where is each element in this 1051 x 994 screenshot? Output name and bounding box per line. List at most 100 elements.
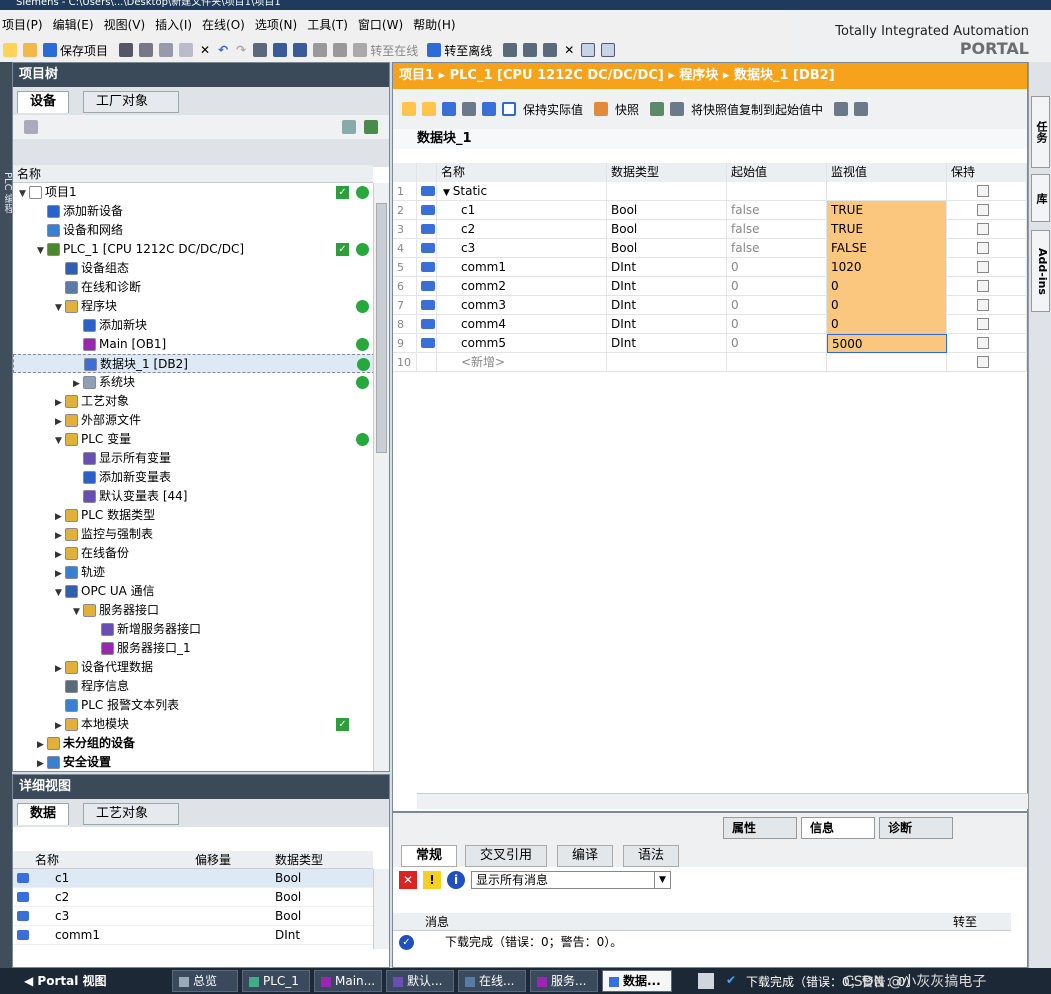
detail-row[interactable]: c2 Bool	[13, 888, 373, 907]
paste-icon[interactable]	[179, 43, 194, 57]
editor-hscrollbar[interactable]	[417, 793, 1029, 809]
db-row[interactable]: 7 comm3 DInt 0 0	[393, 296, 1027, 315]
menu-window[interactable]: 窗口(W)	[356, 16, 411, 33]
tree-item[interactable]: ▼ OPC UA 通信	[13, 582, 375, 601]
db-row[interactable]: 2 c1 Bool false TRUE	[393, 201, 1027, 220]
tree-add-icon[interactable]	[364, 120, 378, 134]
tree-item[interactable]: Main [OB1]	[13, 335, 375, 354]
tab-info[interactable]: 信息	[801, 817, 875, 839]
db-row[interactable]: 8 comm4 DInt 0 0	[393, 315, 1027, 334]
tree-item[interactable]: ▼ 项目1 ✓	[13, 183, 375, 202]
retain-checkbox[interactable]	[977, 356, 989, 368]
db-row[interactable]: 5 comm1 DInt 0 1020	[393, 258, 1027, 277]
stop-cpu-icon[interactable]	[543, 43, 558, 57]
tree-item[interactable]: 添加新块	[13, 316, 375, 335]
tree-scrollbar[interactable]	[373, 183, 389, 771]
tree-item[interactable]: ▶ 设备代理数据	[13, 658, 375, 677]
tree-item[interactable]: ▶ 系统块	[13, 373, 375, 392]
monitor-all-icon[interactable]	[502, 102, 516, 116]
simulation-icon[interactable]	[313, 43, 328, 57]
tab-technology-objects[interactable]: 工艺对象	[83, 803, 179, 825]
tab-plant-objects[interactable]: 工厂对象	[83, 91, 179, 113]
tree-item[interactable]: ▶ 外部源文件	[13, 411, 375, 430]
snapshot-icon[interactable]	[594, 102, 609, 116]
subtab-compile[interactable]: 编译	[557, 845, 614, 867]
tree-item[interactable]: 默认变量表 [44]	[13, 487, 375, 506]
detail-row[interactable]: c3 Bool	[13, 907, 373, 926]
retain-checkbox[interactable]	[977, 337, 989, 349]
detail-scrollbar[interactable]	[373, 869, 389, 949]
start-cpu-icon[interactable]	[523, 43, 538, 57]
taskbar-datablock[interactable]: 数据...	[602, 970, 672, 992]
message-row[interactable]: ✓ 下载完成（错误：0；警告：0）。	[393, 933, 1011, 952]
menu-help[interactable]: 帮助(H)	[411, 16, 463, 33]
delete-icon[interactable]: ✕	[200, 43, 210, 57]
retain-checkbox[interactable]	[977, 318, 989, 330]
left-vertical-strip[interactable]: PLC 编程	[0, 62, 13, 968]
taskbar-default-tags[interactable]: 默认...	[386, 970, 454, 992]
taskbar-main[interactable]: Main...	[314, 970, 382, 992]
taskbar-grid-icon[interactable]	[698, 973, 714, 989]
tab-data[interactable]: 数据	[17, 803, 70, 825]
tree-view-icon[interactable]	[24, 120, 38, 134]
portal-view-button[interactable]: ◀ Portal 视图	[24, 972, 107, 989]
copy-snapshot-to-start-button[interactable]: 将快照值复制到起始值中	[691, 101, 823, 118]
copy-snapshot-icon[interactable]	[650, 102, 665, 116]
open-project-icon[interactable]	[23, 43, 37, 57]
go-offline-icon[interactable]	[427, 43, 442, 57]
warning-filter-icon[interactable]: !	[423, 871, 441, 889]
detail-row[interactable]: comm1 DInt	[13, 926, 373, 945]
tree-item[interactable]: ▶ 安全设置	[13, 753, 375, 772]
stop-sim-icon[interactable]	[333, 43, 348, 57]
db-row[interactable]: 6 comm2 DInt 0 0	[393, 277, 1027, 296]
tree-item[interactable]: ▼ 程序块	[13, 297, 375, 316]
new-project-icon[interactable]	[3, 43, 17, 57]
tab-devices[interactable]: 设备	[17, 91, 70, 113]
subtab-cross-reference[interactable]: 交叉引用	[465, 845, 548, 867]
tree-item[interactable]: ▼ PLC 变量	[13, 430, 375, 449]
tree-item[interactable]: 添加新设备	[13, 202, 375, 221]
chevron-down-icon[interactable]: ▼	[654, 872, 670, 888]
tree-item[interactable]: 数据块_1 [DB2]	[13, 354, 375, 373]
tree-item[interactable]: 服务器接口_1	[13, 639, 375, 658]
go-online-button[interactable]: 转至在线	[370, 42, 418, 59]
db-row[interactable]: 10 <新增>	[393, 353, 1027, 372]
keep-actual-values-button[interactable]: 保持实际值	[523, 101, 583, 118]
insert-row-icon[interactable]	[402, 102, 416, 116]
tree-item[interactable]: 在线和诊断	[13, 278, 375, 297]
tree-item[interactable]: 新增服务器接口	[13, 620, 375, 639]
tree-item[interactable]: 程序信息	[13, 677, 375, 696]
taskbar-plc1[interactable]: PLC_1	[242, 970, 310, 992]
split-vertical-icon[interactable]	[601, 43, 616, 57]
redo-icon[interactable]: ↷	[236, 43, 246, 57]
tab-addins[interactable]: Add-ins	[1031, 230, 1050, 312]
save-icon[interactable]	[43, 43, 57, 57]
add-row-icon[interactable]	[422, 102, 436, 116]
undo-icon[interactable]: ↶	[218, 43, 228, 57]
taskbar-overview[interactable]: 总览	[172, 970, 238, 992]
tree-item[interactable]: ▶ 未分组的设备	[13, 734, 375, 753]
tree-item[interactable]: ▶ 监控与强制表	[13, 525, 375, 544]
tree-item[interactable]: 添加新变量表	[13, 468, 375, 487]
tree-scroll-thumb[interactable]	[376, 203, 387, 453]
retain-checkbox[interactable]	[977, 223, 989, 235]
compile-icon[interactable]	[253, 43, 268, 57]
retain-checkbox[interactable]	[977, 299, 989, 311]
tree-item[interactable]: ▶ 工艺对象	[13, 392, 375, 411]
menu-project[interactable]: 项目(P)	[0, 16, 51, 33]
menu-insert[interactable]: 插入(I)	[153, 16, 200, 33]
retain-checkbox[interactable]	[977, 261, 989, 273]
upload-icon[interactable]	[293, 43, 308, 57]
retain-checkbox[interactable]	[977, 280, 989, 292]
tree-overview-icon[interactable]	[342, 120, 356, 134]
menu-view[interactable]: 视图(V)	[102, 16, 154, 33]
taskbar-online[interactable]: 在线...	[458, 970, 526, 992]
list-icon[interactable]	[482, 102, 496, 116]
subtab-syntax[interactable]: 语法	[623, 845, 680, 867]
menu-edit[interactable]: 编辑(E)	[51, 16, 102, 33]
tab-properties[interactable]: 属性	[723, 817, 797, 839]
download-icon[interactable]	[273, 43, 288, 57]
split-horizontal-icon[interactable]	[581, 43, 596, 57]
copy-icon[interactable]	[159, 43, 174, 57]
tree-item[interactable]: ▶ 在线备份	[13, 544, 375, 563]
